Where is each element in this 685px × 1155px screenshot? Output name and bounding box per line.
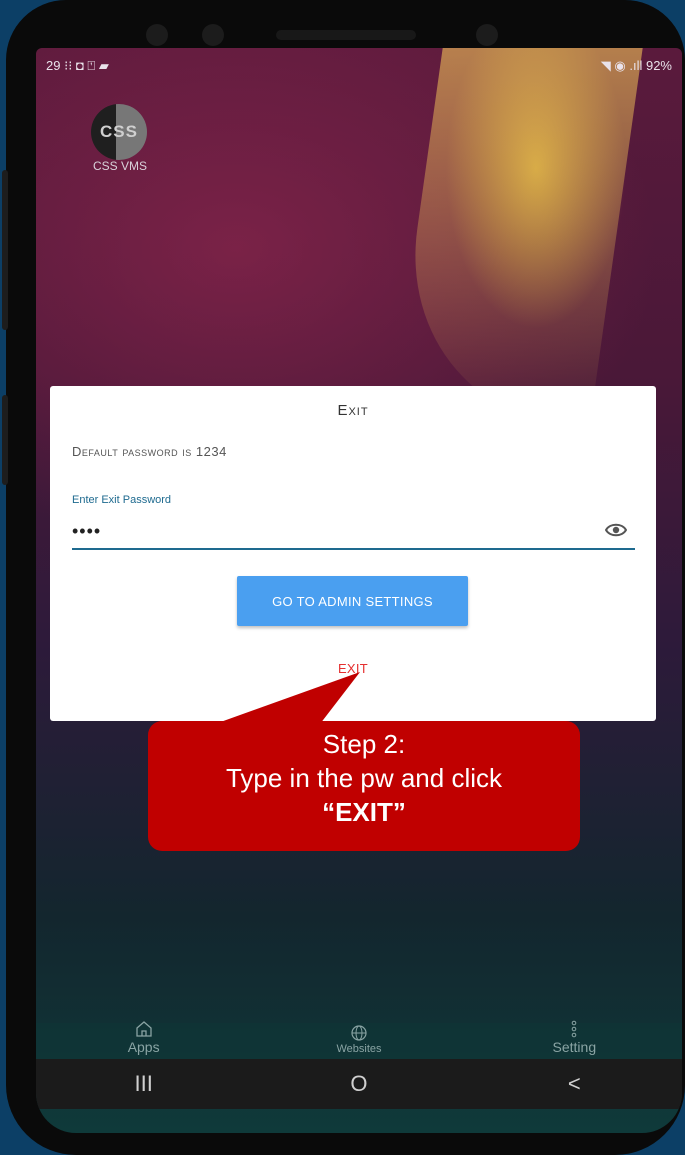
eye-icon[interactable] (605, 522, 627, 538)
exit-button[interactable]: EXIT (50, 661, 656, 676)
dock-setting-label: Setting (552, 1039, 597, 1055)
instruction-callout: Step 2: Type in the pw and click “EXIT” (148, 721, 580, 851)
power-button (2, 395, 8, 485)
dock-apps[interactable]: Apps (74, 1019, 214, 1059)
more-vertical-icon (572, 1020, 577, 1038)
wallpaper-wave (389, 48, 643, 428)
go-to-admin-settings-button[interactable]: GO TO ADMIN SETTINGS (237, 576, 468, 626)
dock-websites[interactable]: Websites (289, 1023, 429, 1059)
dock-apps-label: Apps (127, 1039, 160, 1055)
callout-exit-label: “EXIT” (148, 795, 580, 829)
password-field[interactable] (72, 516, 635, 550)
app-label: CSS VMS (92, 159, 147, 173)
back-button[interactable]: < (544, 1071, 604, 1097)
dock-websites-label: Websites (336, 1043, 382, 1055)
front-camera-icon (146, 24, 168, 46)
status-right: ◥ ◉ .ıll 92% (600, 58, 672, 73)
volume-button (2, 170, 8, 330)
sensor-icon (202, 24, 224, 46)
sensor-icon (476, 24, 498, 46)
recents-button[interactable]: III (114, 1071, 174, 1097)
exit-dialog: Exit Default password is 1234 Enter Exit… (50, 386, 656, 721)
status-left: 29 ⁝⁝ ◘ ⍞ ▰ (46, 58, 109, 73)
bottom-dock: Apps Websites Setting (36, 1020, 682, 1059)
password-field-label: Enter Exit Password (72, 494, 172, 506)
home-button[interactable]: O (329, 1071, 389, 1097)
password-hint: Default password is 1234 (72, 444, 227, 459)
css-vms-app-icon[interactable]: CSS (91, 104, 147, 160)
callout-step: Step 2: (322, 729, 406, 759)
callout-exit-bold: “EXIT” (322, 797, 406, 827)
home-icon (136, 1021, 152, 1037)
password-input[interactable] (72, 516, 592, 546)
status-bar: 29 ⁝⁝ ◘ ⍞ ▰ ◥ ◉ .ıll 92% (36, 48, 682, 84)
dialog-title: Exit (337, 402, 369, 419)
dock-setting[interactable]: Setting (504, 1019, 644, 1059)
callout-text: Type in the pw and click (225, 763, 503, 793)
earpiece (276, 30, 416, 40)
globe-icon (351, 1025, 367, 1041)
android-nav-bar: III O < (36, 1059, 682, 1109)
